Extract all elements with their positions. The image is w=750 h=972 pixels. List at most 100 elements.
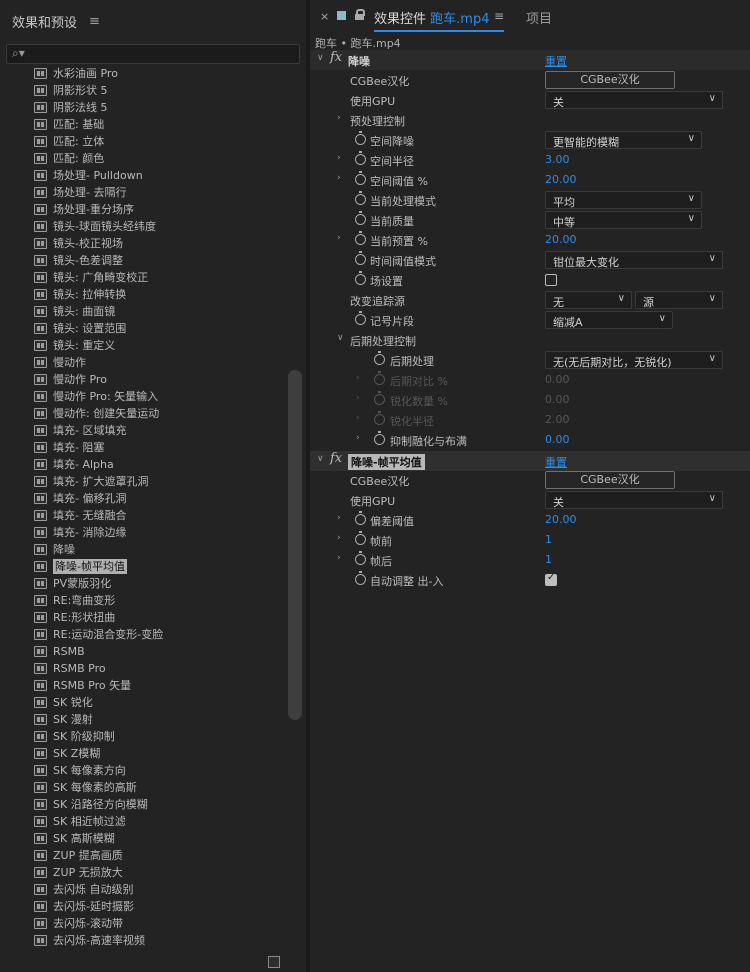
list-item[interactable]: 匹配: 颜色 — [0, 150, 286, 167]
group-post-processing[interactable]: ∨ 后期处理控制 — [310, 330, 750, 350]
list-item[interactable]: 填充- 消除边缘 — [0, 524, 286, 541]
stopwatch-icon[interactable] — [355, 151, 366, 165]
fx-icon[interactable]: fx — [330, 451, 342, 466]
list-item[interactable]: ZUP 无损放大 — [0, 864, 286, 881]
list-item[interactable]: 匹配: 基础 — [0, 116, 286, 133]
panel-menu-icon[interactable]: ≡ — [89, 14, 100, 29]
gpu-dropdown[interactable]: 关 ∨ — [545, 91, 723, 109]
list-item[interactable]: 去闪烁 自动级别 — [0, 881, 286, 898]
lock-icon[interactable] — [355, 9, 365, 20]
list-item[interactable]: SK Z模糊 — [0, 745, 286, 762]
list-item[interactable]: 场处理- Pulldown — [0, 167, 286, 184]
stopwatch-icon[interactable] — [355, 211, 366, 225]
new-folder-icon[interactable] — [268, 956, 280, 968]
list-item[interactable]: 填充- 无缝融合 — [0, 507, 286, 524]
list-item[interactable]: 慢动作: 创建矢量运动 — [0, 405, 286, 422]
list-item[interactable]: RSMB Pro — [0, 660, 286, 677]
list-item[interactable]: 填充- 区域填充 — [0, 422, 286, 439]
list-item[interactable]: SK 高斯模糊 — [0, 830, 286, 847]
tracking-source-dropdown[interactable]: 源 ∨ — [635, 291, 723, 309]
tab-effect-controls[interactable]: 效果控件 跑车.mp4 — [374, 8, 489, 27]
expand-chevron-icon[interactable]: ∨ — [317, 53, 324, 63]
list-item[interactable]: 阴影形状 5 — [0, 82, 286, 99]
list-item[interactable]: 镜头: 广角畸变校正 — [0, 269, 286, 286]
list-item[interactable]: 场处理-重分场序 — [0, 201, 286, 218]
list-item[interactable]: 填充- Alpha — [0, 456, 286, 473]
effect-header-denoise[interactable]: ∨ fx 降噪 重置 — [310, 50, 750, 70]
search-input[interactable] — [31, 47, 291, 61]
param-value[interactable]: 20.00 — [545, 513, 577, 526]
expand-chevron-icon[interactable]: › — [337, 153, 341, 163]
stopwatch-icon[interactable] — [355, 131, 366, 145]
group-pre-processing[interactable]: › 预处理控制 — [310, 110, 750, 130]
list-item[interactable]: 填充- 阻塞 — [0, 439, 286, 456]
stopwatch-icon[interactable] — [355, 191, 366, 205]
expand-chevron-icon[interactable]: ∨ — [317, 454, 324, 464]
stopwatch-icon[interactable] — [355, 531, 366, 545]
list-item[interactable]: RE:弯曲变形 — [0, 592, 286, 609]
tracking-dropdown[interactable]: 无 ∨ — [545, 291, 632, 309]
clip-dropdown[interactable]: 缩减A ∨ — [545, 311, 673, 329]
list-item[interactable]: 镜头-校正视场 — [0, 235, 286, 252]
tab-clip-name[interactable]: 跑车.mp4 — [430, 12, 489, 27]
expand-chevron-icon[interactable]: › — [337, 113, 341, 123]
stopwatch-icon[interactable] — [355, 271, 366, 285]
stopwatch-icon[interactable] — [355, 311, 366, 325]
stopwatch-icon[interactable] — [374, 431, 385, 445]
expand-chevron-icon[interactable]: ∨ — [337, 333, 344, 343]
stopwatch-icon[interactable] — [355, 511, 366, 525]
list-item[interactable]: 镜头: 重定义 — [0, 337, 286, 354]
list-item[interactable]: RE:运动混合变形-变脸 — [0, 626, 286, 643]
list-item[interactable]: SK 锐化 — [0, 694, 286, 711]
fx-icon[interactable]: fx — [330, 50, 342, 65]
list-item[interactable]: 降噪 — [0, 541, 286, 558]
expand-chevron-icon[interactable]: › — [337, 173, 341, 183]
cgbee-button[interactable]: CGBee汉化 — [545, 471, 675, 489]
quality-dropdown[interactable]: 中等 ∨ — [545, 211, 702, 229]
list-item[interactable]: 场处理- 去隔行 — [0, 184, 286, 201]
list-item[interactable]: 镜头-球面镜头经纬度 — [0, 218, 286, 235]
list-item[interactable]: RSMB — [0, 643, 286, 660]
list-item[interactable]: 降噪-帧平均值 — [0, 558, 286, 575]
list-item[interactable]: 填充- 扩大遮罩孔洞 — [0, 473, 286, 490]
list-item[interactable]: 去闪烁-延时摄影 — [0, 898, 286, 915]
spatial-mode-dropdown[interactable]: 更智能的模糊 ∨ — [545, 131, 702, 149]
tab-project[interactable]: 项目 — [526, 8, 552, 27]
list-item[interactable]: 填充- 偏移孔洞 — [0, 490, 286, 507]
list-item[interactable]: SK 每像素方向 — [0, 762, 286, 779]
list-item[interactable]: ZUP 提高画质 — [0, 847, 286, 864]
list-item[interactable]: 去闪烁-高速率视频 — [0, 932, 286, 949]
list-item[interactable]: RE:形状扭曲 — [0, 609, 286, 626]
cgbee-button[interactable]: CGBee汉化 — [545, 71, 675, 89]
auto-adjust-checkbox[interactable] — [545, 572, 557, 586]
list-item[interactable]: PV蒙版羽化 — [0, 575, 286, 592]
list-item[interactable]: 匹配: 立体 — [0, 133, 286, 150]
reset-link[interactable]: 重置 — [545, 53, 567, 69]
effect-header-frame-average[interactable]: ∨ fx 降噪-帧平均值 重置 — [310, 451, 750, 471]
expand-chevron-icon[interactable]: › — [337, 513, 341, 523]
param-value[interactable]: 1 — [545, 533, 552, 546]
close-tab-icon[interactable]: × — [320, 10, 329, 23]
expand-chevron-icon[interactable]: › — [337, 553, 341, 563]
list-item[interactable]: SK 每像素的高斯 — [0, 779, 286, 796]
tab-menu-icon[interactable]: ≡ — [494, 9, 504, 23]
list-item[interactable]: 慢动作 Pro: 矢量输入 — [0, 388, 286, 405]
stopwatch-icon[interactable] — [355, 571, 366, 585]
search-box[interactable]: ⌕▾ — [6, 44, 300, 64]
list-item[interactable]: SK 相近帧过滤 — [0, 813, 286, 830]
gpu-dropdown[interactable]: 关 ∨ — [545, 491, 723, 509]
list-item[interactable]: 去闪烁-滚动带 — [0, 915, 286, 932]
list-item[interactable]: SK 阶级抑制 — [0, 728, 286, 745]
temporal-dropdown[interactable]: 钳位最大变化 ∨ — [545, 251, 723, 269]
list-item[interactable]: 阴影法线 5 — [0, 99, 286, 116]
param-value[interactable]: 20.00 — [545, 233, 577, 246]
param-value[interactable]: 20.00 — [545, 173, 577, 186]
stopwatch-icon[interactable] — [355, 231, 366, 245]
param-value[interactable]: 3.00 — [545, 153, 570, 166]
list-item[interactable]: 慢动作 Pro — [0, 371, 286, 388]
list-item[interactable]: 水彩油画 Pro — [0, 65, 286, 82]
reset-link[interactable]: 重置 — [545, 454, 567, 470]
pre-mode-dropdown[interactable]: 平均 ∨ — [545, 191, 702, 209]
list-item[interactable]: SK 漫射 — [0, 711, 286, 728]
expand-chevron-icon[interactable]: › — [356, 433, 360, 443]
